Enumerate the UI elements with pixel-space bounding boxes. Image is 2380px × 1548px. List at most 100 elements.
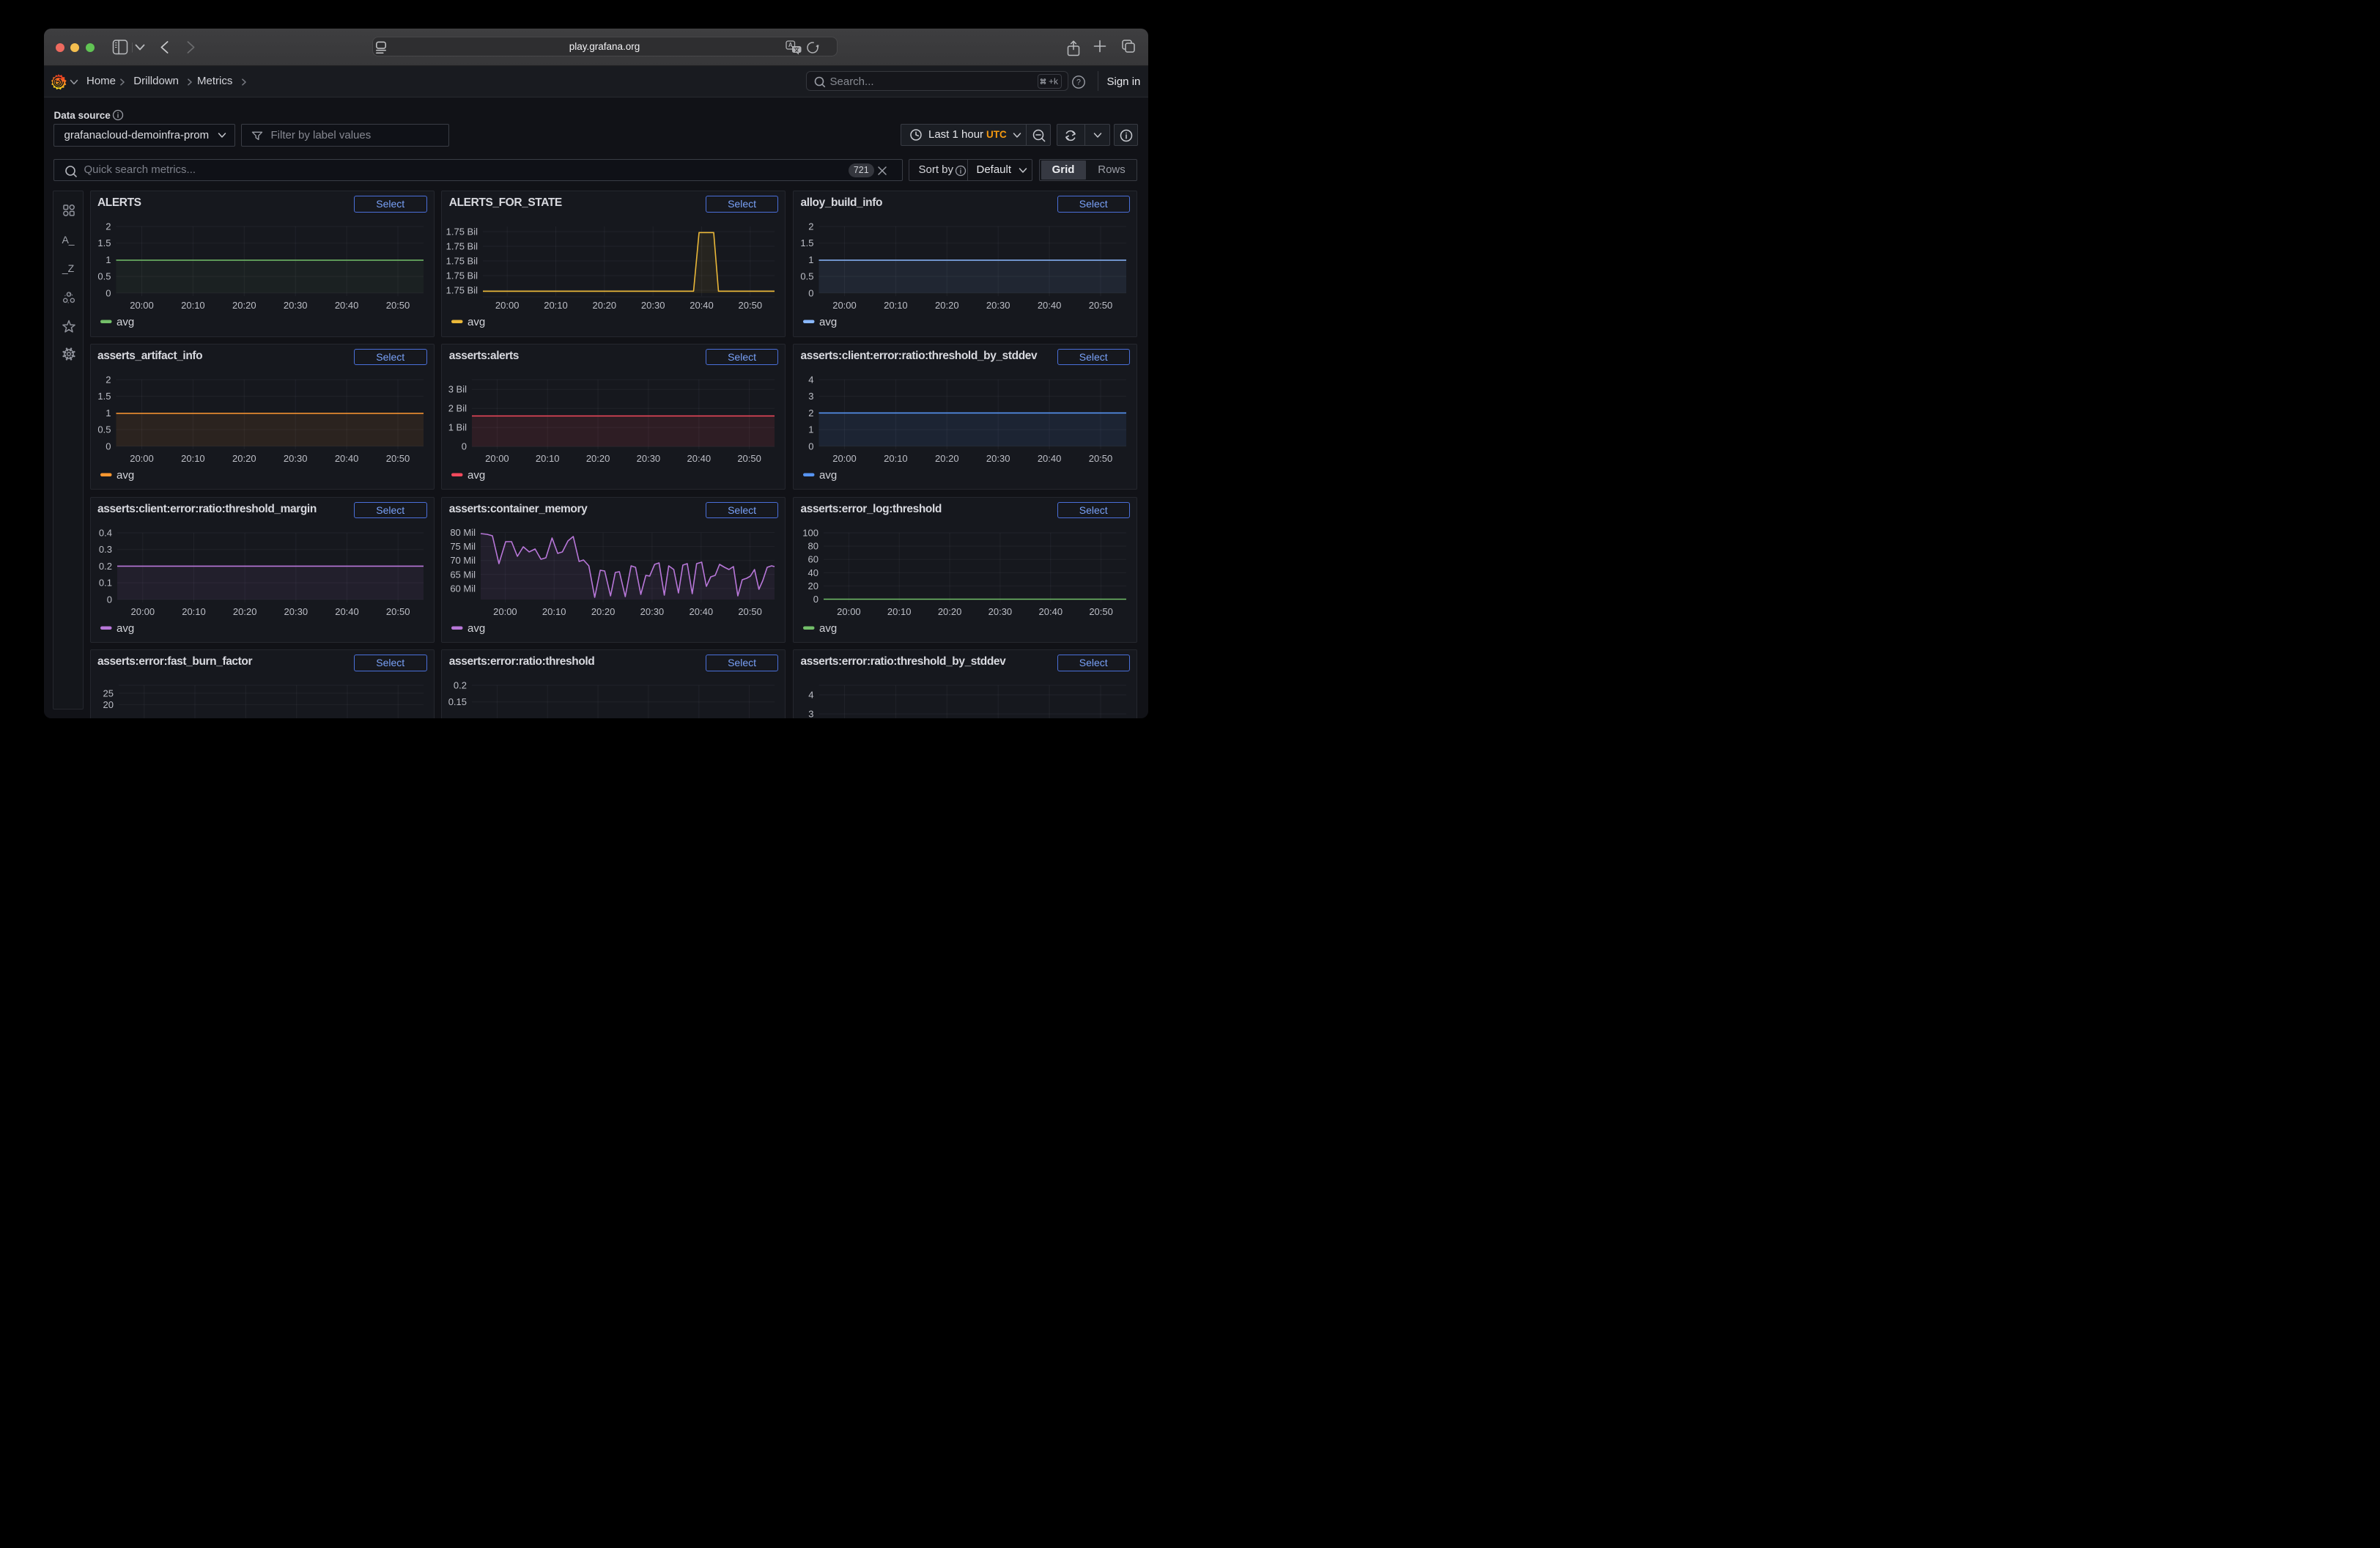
- svg-text:20:10: 20:10: [544, 300, 569, 311]
- svg-text:20:30: 20:30: [641, 300, 665, 311]
- svg-text:60: 60: [808, 553, 818, 564]
- svg-text:0: 0: [106, 594, 111, 605]
- svg-text:20:00: 20:00: [130, 606, 155, 617]
- svg-text:20: 20: [103, 699, 113, 710]
- svg-text:1.5: 1.5: [97, 237, 111, 248]
- svg-text:20:30: 20:30: [283, 300, 307, 311]
- svg-text:20:00: 20:00: [832, 300, 857, 311]
- svg-text:20:50: 20:50: [1089, 606, 1113, 617]
- svg-text:40: 40: [808, 567, 818, 578]
- svg-text:20:20: 20:20: [232, 606, 256, 617]
- svg-text:0.2: 0.2: [98, 560, 111, 571]
- svg-text:1.75 Bil: 1.75 Bil: [446, 241, 478, 252]
- svg-text:1.75 Bil: 1.75 Bil: [446, 226, 478, 237]
- svg-text:20:50: 20:50: [739, 606, 763, 617]
- svg-text:?: ?: [1076, 78, 1081, 86]
- svg-text:avg: avg: [468, 316, 485, 328]
- svg-text:avg: avg: [819, 316, 837, 328]
- svg-text:20:50: 20:50: [385, 453, 410, 464]
- svg-text:1: 1: [106, 254, 111, 265]
- svg-text:2: 2: [106, 221, 111, 232]
- svg-text:1: 1: [106, 408, 111, 419]
- svg-text:20:30: 20:30: [988, 606, 1013, 617]
- svg-text:1.5: 1.5: [97, 391, 111, 402]
- svg-text:20:00: 20:00: [832, 453, 857, 464]
- svg-text:20:30: 20:30: [283, 453, 307, 464]
- svg-text:4: 4: [808, 690, 813, 701]
- svg-text:20:40: 20:40: [690, 300, 714, 311]
- svg-text:20:40: 20:40: [1039, 606, 1063, 617]
- svg-text:2: 2: [808, 408, 813, 419]
- svg-text:20: 20: [808, 580, 818, 591]
- svg-text:20:40: 20:40: [690, 606, 714, 617]
- svg-text:2: 2: [808, 221, 813, 232]
- svg-text:0.5: 0.5: [97, 424, 111, 435]
- svg-text:20:40: 20:40: [1038, 453, 1062, 464]
- svg-text:0.2: 0.2: [454, 680, 467, 691]
- svg-text:20:30: 20:30: [640, 606, 665, 617]
- svg-text:0.5: 0.5: [800, 271, 813, 282]
- svg-text:20:50: 20:50: [739, 300, 763, 311]
- svg-text:avg: avg: [117, 622, 134, 635]
- svg-text:0.5: 0.5: [97, 271, 111, 282]
- svg-text:20:40: 20:40: [1038, 300, 1062, 311]
- svg-text:20:30: 20:30: [637, 453, 661, 464]
- svg-text:avg: avg: [117, 469, 134, 482]
- svg-text:0.3: 0.3: [98, 544, 111, 555]
- svg-text:20:20: 20:20: [593, 300, 617, 311]
- svg-text:70 Mil: 70 Mil: [451, 555, 476, 566]
- svg-text:20:00: 20:00: [493, 606, 517, 617]
- svg-text:1: 1: [808, 424, 813, 435]
- svg-text:avg: avg: [117, 316, 134, 328]
- svg-text:75 Mil: 75 Mil: [451, 541, 476, 552]
- svg-text:0: 0: [813, 594, 818, 605]
- svg-text:20:50: 20:50: [1089, 300, 1113, 311]
- svg-text:0.4: 0.4: [98, 527, 111, 538]
- svg-text:20:00: 20:00: [485, 453, 509, 464]
- svg-text:20:00: 20:00: [837, 606, 861, 617]
- svg-text:20:10: 20:10: [536, 453, 560, 464]
- svg-text:20:50: 20:50: [1089, 453, 1113, 464]
- svg-text:20:00: 20:00: [495, 300, 520, 311]
- svg-text:0: 0: [808, 287, 813, 298]
- svg-text:3: 3: [808, 391, 813, 402]
- svg-text:20:30: 20:30: [284, 606, 308, 617]
- svg-text:20:10: 20:10: [884, 300, 908, 311]
- svg-text:80 Mil: 80 Mil: [451, 527, 476, 538]
- svg-text:20:50: 20:50: [385, 300, 410, 311]
- svg-text:80: 80: [808, 540, 818, 551]
- svg-text:1.75 Bil: 1.75 Bil: [446, 285, 478, 296]
- svg-text:20:00: 20:00: [130, 300, 154, 311]
- svg-text:20:00: 20:00: [130, 453, 154, 464]
- svg-text:20:30: 20:30: [986, 300, 1010, 311]
- svg-text:20:20: 20:20: [586, 453, 610, 464]
- svg-text:20:40: 20:40: [334, 453, 358, 464]
- svg-text:avg: avg: [468, 622, 485, 635]
- svg-text:20:20: 20:20: [935, 453, 959, 464]
- svg-text:20:10: 20:10: [542, 606, 566, 617]
- svg-text:20:20: 20:20: [591, 606, 616, 617]
- svg-text:20:20: 20:20: [232, 300, 256, 311]
- svg-text:20:20: 20:20: [938, 606, 962, 617]
- svg-text:20:10: 20:10: [181, 453, 205, 464]
- svg-text:3: 3: [808, 709, 813, 718]
- svg-text:20:20: 20:20: [935, 300, 959, 311]
- svg-text:20:40: 20:40: [334, 300, 358, 311]
- svg-text:1.5: 1.5: [800, 237, 813, 248]
- svg-text:20:50: 20:50: [738, 453, 762, 464]
- svg-text:0: 0: [462, 441, 467, 452]
- svg-text:20:10: 20:10: [181, 300, 205, 311]
- svg-text:20:40: 20:40: [335, 606, 359, 617]
- svg-text:65 Mil: 65 Mil: [451, 569, 476, 580]
- svg-text:20:10: 20:10: [887, 606, 912, 617]
- svg-text:1 Bil: 1 Bil: [448, 421, 467, 432]
- svg-text:2: 2: [106, 374, 111, 385]
- svg-text:0: 0: [106, 441, 111, 452]
- svg-text:25: 25: [103, 688, 113, 699]
- svg-text:2 Bil: 2 Bil: [448, 402, 467, 413]
- svg-text:1: 1: [808, 254, 813, 265]
- svg-text:avg: avg: [819, 622, 837, 635]
- svg-text:avg: avg: [468, 469, 485, 482]
- svg-text:4: 4: [808, 374, 813, 385]
- svg-text:1.75 Bil: 1.75 Bil: [446, 270, 478, 281]
